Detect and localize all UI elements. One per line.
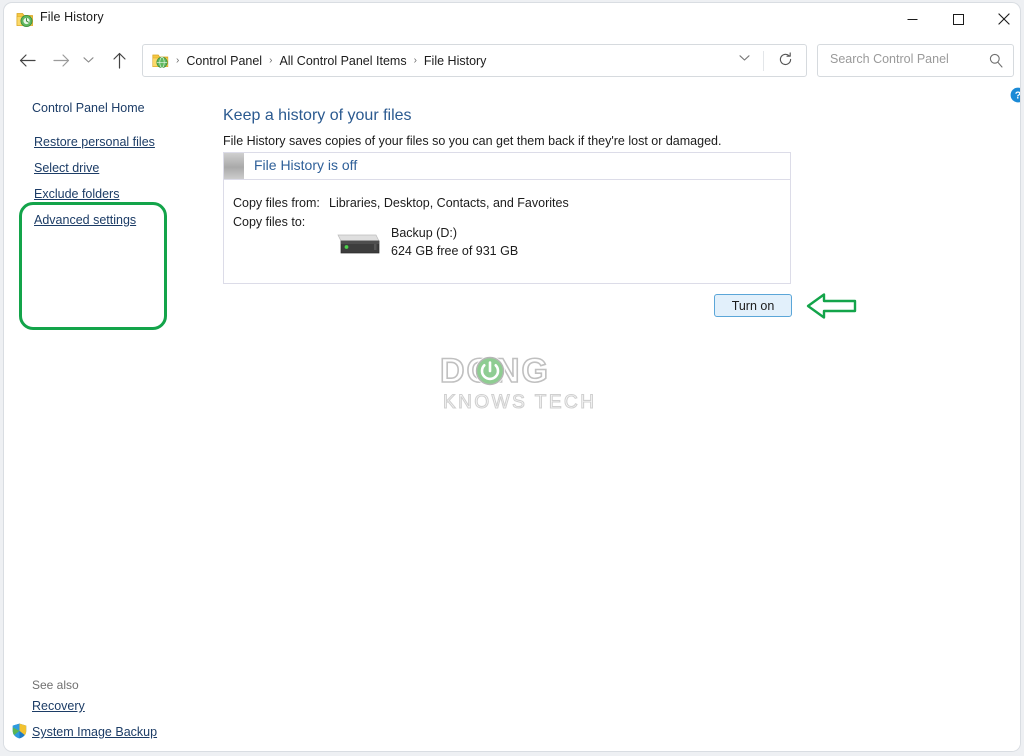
copy-files-to-label: Copy files to: <box>233 215 306 229</box>
up-button[interactable] <box>104 45 134 75</box>
copy-files-from-value: Libraries, Desktop, Contacts, and Favori… <box>329 196 569 210</box>
window-title: File History <box>40 10 104 24</box>
address-bar[interactable]: › Control Panel › All Control Panel Item… <box>142 44 807 77</box>
forward-button[interactable] <box>46 45 76 75</box>
status-header: File History is off <box>224 153 790 180</box>
drive-name: Backup (D:) <box>391 226 457 240</box>
watermark-line2: KNOWS TECH <box>443 392 596 413</box>
sidebar-item-select-drive[interactable]: Select drive <box>34 161 184 175</box>
file-history-status-panel: File History is off Copy files from: Lib… <box>223 152 791 284</box>
breadcrumb-file-history[interactable]: File History <box>424 54 487 68</box>
refresh-icon[interactable] <box>778 52 793 67</box>
sidebar-item-restore-personal-files[interactable]: Restore personal files <box>34 135 184 149</box>
breadcrumb-control-panel[interactable]: Control Panel <box>186 54 262 68</box>
annotation-arrow-left-icon <box>806 293 857 319</box>
minimize-icon <box>907 18 917 20</box>
status-badge: File History is off <box>254 157 358 173</box>
sidebar-item-advanced-settings[interactable]: Advanced settings <box>34 213 184 227</box>
sidebar-item-control-panel-home[interactable]: Control Panel Home <box>32 101 145 115</box>
arrow-left-icon <box>19 53 36 67</box>
copy-files-from-label: Copy files from: <box>233 196 320 210</box>
file-history-window: File History › Control Panel › All Contr… <box>3 2 1021 752</box>
page-title: Keep a history of your files <box>223 107 412 124</box>
arrow-right-icon <box>52 53 69 67</box>
help-icon[interactable]: ? <box>1010 87 1021 103</box>
file-history-status-icon <box>224 153 244 179</box>
main-pane: ? Keep a history of your files File Hist… <box>216 81 1021 751</box>
see-also-links: Recovery System Image Backup <box>32 699 157 751</box>
page-description: File History saves copies of your files … <box>223 134 722 148</box>
maximize-button[interactable] <box>935 3 981 35</box>
breadcrumb-all-control-panel-items[interactable]: All Control Panel Items <box>279 54 406 68</box>
see-also-item-system-image-backup[interactable]: System Image Backup <box>32 725 157 739</box>
breadcrumb-separator: › <box>413 55 417 66</box>
breadcrumb-separator: › <box>176 55 180 66</box>
breadcrumb-separator: › <box>269 55 273 66</box>
drive-free-space: 624 GB free of 931 GB <box>391 244 519 258</box>
sidebar-item-exclude-folders[interactable]: Exclude folders <box>34 187 184 201</box>
search-box[interactable] <box>817 44 1014 77</box>
search-icon[interactable] <box>989 53 1003 68</box>
recent-locations-button[interactable] <box>76 45 100 75</box>
close-icon <box>998 13 1010 25</box>
shield-icon <box>12 723 27 739</box>
navigation-toolbar: › Control Panel › All Control Panel Item… <box>4 39 1020 81</box>
sidebar-links: Restore personal files Select drive Excl… <box>34 135 184 239</box>
see-also-label: See also <box>32 678 79 692</box>
turn-on-button[interactable]: Turn on <box>714 294 792 317</box>
file-history-icon <box>16 13 33 27</box>
title-bar: File History <box>4 3 1020 39</box>
toolbar-divider <box>763 51 764 71</box>
see-also-item-recovery[interactable]: Recovery <box>32 699 157 713</box>
maximize-icon <box>952 13 964 25</box>
close-button[interactable] <box>981 3 1020 35</box>
arrow-up-icon <box>112 52 126 69</box>
minimize-button[interactable] <box>889 3 935 35</box>
external-hard-drive-icon <box>337 234 380 254</box>
back-button[interactable] <box>12 45 42 75</box>
search-input[interactable] <box>828 51 982 67</box>
chevron-down-icon <box>82 57 94 63</box>
control-panel-icon <box>152 54 169 68</box>
address-dropdown-icon[interactable] <box>739 54 750 62</box>
watermark-logo: DONG KNOWS TECH <box>439 351 596 413</box>
navigation-pane: Control Panel Home Restore personal file… <box>4 81 216 751</box>
content-area: Control Panel Home Restore personal file… <box>4 81 1021 751</box>
svg-text:?: ? <box>1015 90 1021 102</box>
